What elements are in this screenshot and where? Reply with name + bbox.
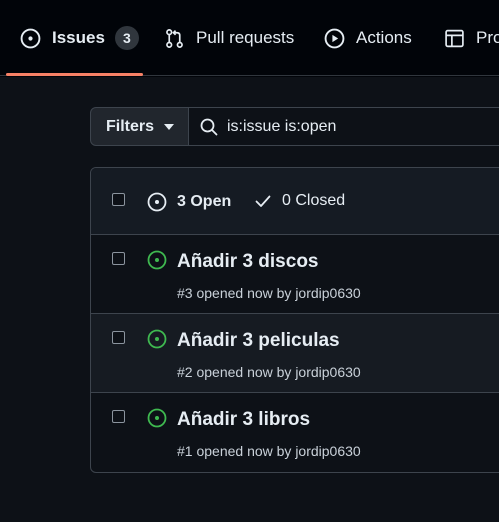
open-issues-label: 3 Open xyxy=(177,193,232,210)
issue-title-link[interactable]: Añadir 3 peliculas xyxy=(177,330,340,352)
issue-title-link[interactable]: Añadir 3 libros xyxy=(177,409,310,431)
issue-opened-icon xyxy=(147,408,167,428)
issues-count-badge: 3 xyxy=(114,26,139,50)
issue-row[interactable]: Añadir 3 libros #1 opened now by jordip0… xyxy=(91,393,499,472)
issue-opened-icon xyxy=(147,329,167,349)
tab-projects[interactable]: Pro xyxy=(444,0,499,76)
issue-row[interactable]: Añadir 3 discos #3 opened now by jordip0… xyxy=(91,235,499,314)
triangle-down-icon xyxy=(164,123,175,130)
filters-button-label: Filters xyxy=(106,117,155,135)
tab-projects-label: Pro xyxy=(476,28,499,47)
tab-actions-label: Actions xyxy=(356,28,412,47)
issue-meta: #2 opened now by jordip0630 xyxy=(177,364,361,380)
issues-search-input[interactable] xyxy=(227,117,487,136)
open-issues-filter[interactable]: 3 Open xyxy=(147,192,231,212)
issue-row[interactable]: Añadir 3 peliculas #2 opened now by jord… xyxy=(91,314,499,393)
issue-opened-icon xyxy=(147,250,167,270)
issues-list-header: 3 Open 0 Closed xyxy=(91,168,499,235)
selected-tab-indicator xyxy=(6,73,143,76)
issue-title-link[interactable]: Añadir 3 discos xyxy=(177,251,319,273)
issue-opened-icon xyxy=(20,28,41,48)
issues-search-box[interactable] xyxy=(188,107,499,146)
play-icon xyxy=(324,28,345,48)
tab-actions[interactable]: Actions xyxy=(324,0,412,76)
tab-issues[interactable]: Issues 3 xyxy=(20,0,139,76)
check-icon xyxy=(255,195,271,207)
tab-issues-label: Issues xyxy=(52,28,105,47)
select-all-checkbox[interactable] xyxy=(112,193,125,206)
issues-list: 3 Open 0 Closed Añadir 3 discos #3 opene… xyxy=(90,167,499,473)
issue-meta: #1 opened now by jordip0630 xyxy=(177,443,361,459)
search-icon xyxy=(200,118,218,135)
filters-button[interactable]: Filters xyxy=(90,107,189,146)
table-icon xyxy=(445,29,464,47)
repo-nav: Issues 3 Pull requests Actions Pro xyxy=(0,0,499,76)
issue-meta: #3 opened now by jordip0630 xyxy=(177,285,361,301)
issue-checkbox[interactable] xyxy=(112,252,125,265)
git-pull-request-icon xyxy=(166,28,183,48)
issue-opened-icon xyxy=(147,192,167,212)
closed-issues-filter[interactable]: 0 Closed xyxy=(254,192,345,210)
tab-pull-requests[interactable]: Pull requests xyxy=(164,0,294,76)
issue-checkbox[interactable] xyxy=(112,331,125,344)
issue-checkbox[interactable] xyxy=(112,410,125,423)
closed-issues-label: 0 Closed xyxy=(282,192,346,209)
tab-pull-requests-label: Pull requests xyxy=(196,28,295,47)
